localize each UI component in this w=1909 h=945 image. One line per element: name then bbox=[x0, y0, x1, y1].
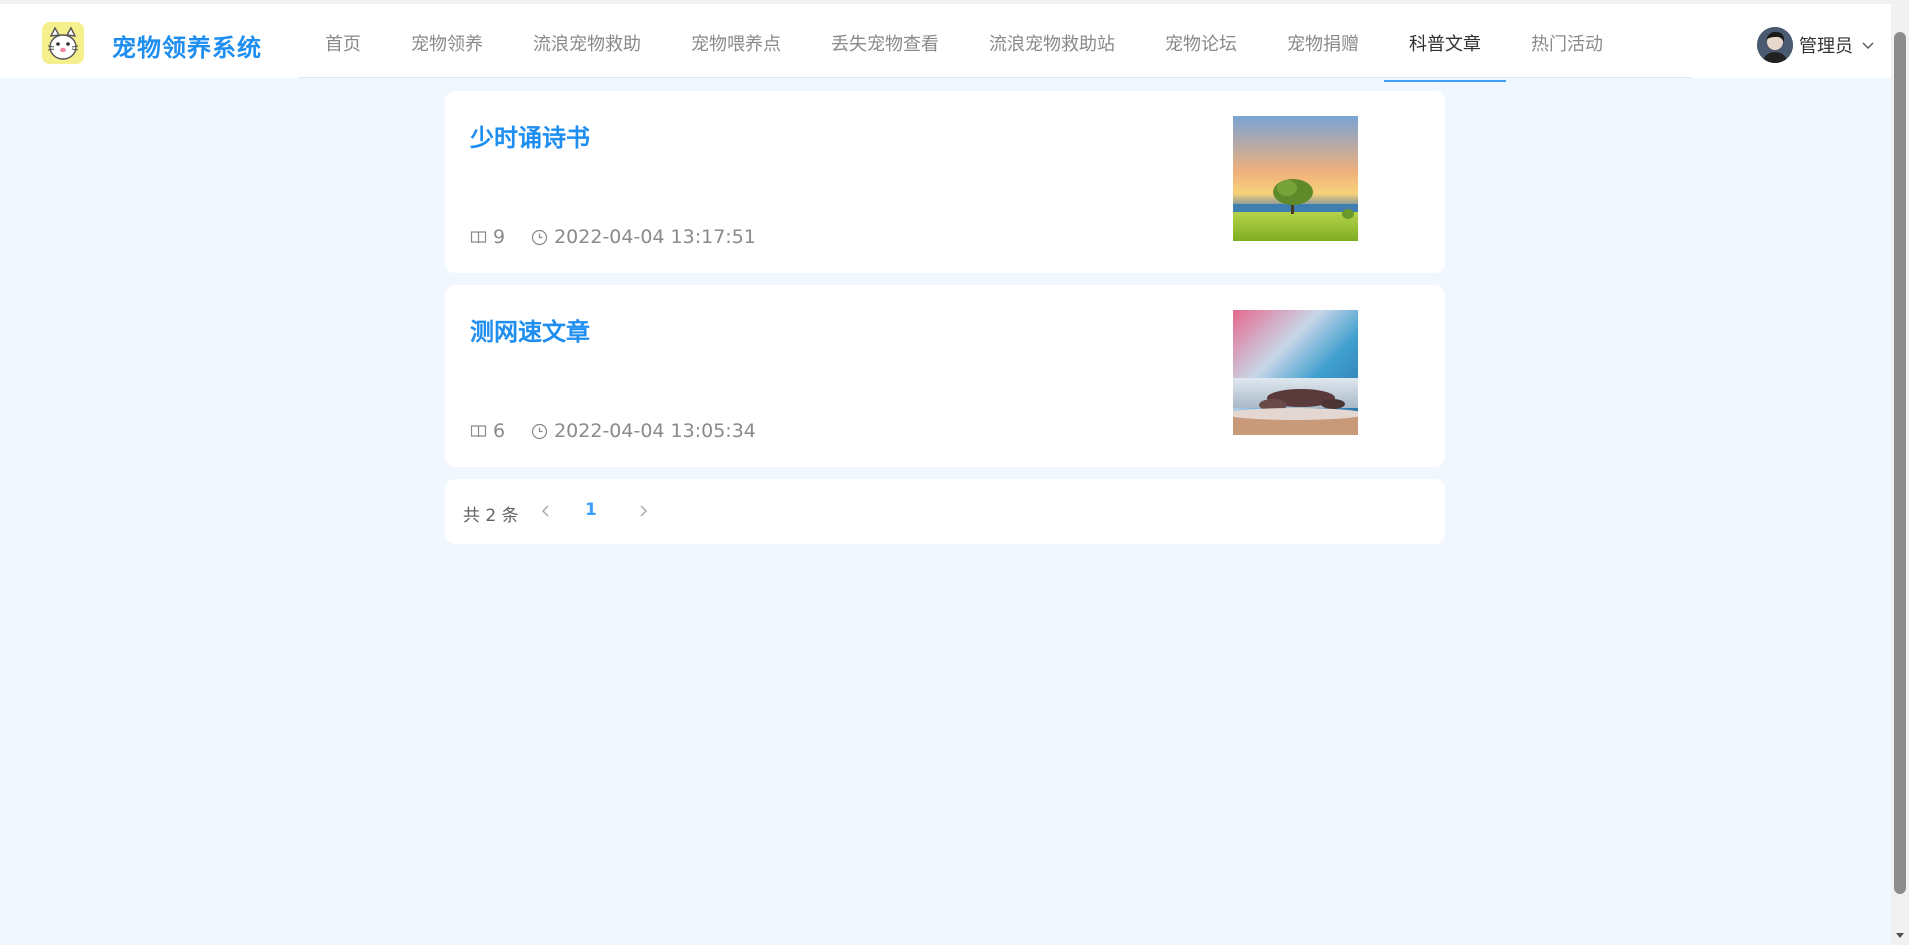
nav-rescue-station[interactable]: 流浪宠物救助站 bbox=[964, 4, 1140, 82]
view-count: 6 bbox=[493, 420, 506, 442]
cat-logo-icon[interactable] bbox=[42, 22, 84, 64]
book-icon bbox=[470, 230, 487, 243]
brand-title[interactable]: 宠物领养系统 bbox=[112, 28, 262, 63]
article-meta: 9 2022-04-04 13:17:51 bbox=[470, 226, 756, 248]
clock-icon bbox=[531, 229, 548, 245]
nav-stray-rescue[interactable]: 流浪宠物救助 bbox=[508, 4, 666, 82]
vertical-scrollbar[interactable] bbox=[1891, 0, 1909, 945]
nav-science-articles[interactable]: 科普文章 bbox=[1384, 4, 1506, 82]
avatar bbox=[1757, 27, 1793, 63]
header-divider bbox=[298, 77, 1691, 78]
nav-pet-donation[interactable]: 宠物捐赠 bbox=[1262, 4, 1384, 82]
article-title[interactable]: 少时诵诗书 bbox=[470, 118, 590, 153]
top-header: 宠物领养系统 首页 宠物领养 流浪宠物救助 宠物喂养点 丢失宠物查看 流浪宠物救… bbox=[0, 0, 1891, 82]
scrollbar-thumb[interactable] bbox=[1894, 32, 1906, 894]
user-name: 管理员 bbox=[1799, 36, 1853, 57]
nav-home[interactable]: 首页 bbox=[300, 4, 386, 82]
scroll-down-icon[interactable] bbox=[1891, 927, 1909, 945]
pagination-total: 共 2 条 bbox=[463, 506, 519, 526]
chevron-right-icon bbox=[640, 505, 648, 517]
nav-lost-pets[interactable]: 丢失宠物查看 bbox=[806, 4, 964, 82]
chevron-left-icon bbox=[541, 505, 549, 517]
prev-page-button[interactable] bbox=[537, 501, 555, 521]
article-thumbnail[interactable] bbox=[1233, 310, 1358, 435]
pagination: 共 2 条 1 bbox=[445, 479, 1445, 544]
publish-time: 2022-04-04 13:05:34 bbox=[554, 420, 756, 442]
nav-feeding-points[interactable]: 宠物喂养点 bbox=[666, 4, 806, 82]
chevron-down-icon bbox=[1862, 42, 1874, 49]
page-number-button[interactable]: 1 bbox=[585, 500, 597, 520]
next-page-button[interactable] bbox=[634, 501, 652, 521]
book-icon bbox=[470, 424, 487, 437]
article-card[interactable]: 少时诵诗书 9 2022-04-04 13:17:51 bbox=[445, 91, 1445, 273]
article-meta: 6 2022-04-04 13:05:34 bbox=[470, 420, 756, 442]
view-count: 9 bbox=[493, 226, 506, 248]
article-title[interactable]: 测网速文章 bbox=[470, 312, 590, 347]
main-nav: 首页 宠物领养 流浪宠物救助 宠物喂养点 丢失宠物查看 流浪宠物救助站 宠物论坛… bbox=[300, 4, 1628, 82]
nav-pet-adoption[interactable]: 宠物领养 bbox=[386, 4, 508, 82]
page: 宠物领养系统 首页 宠物领养 流浪宠物救助 宠物喂养点 丢失宠物查看 流浪宠物救… bbox=[0, 0, 1891, 945]
nav-hot-events[interactable]: 热门活动 bbox=[1506, 4, 1628, 82]
user-menu[interactable]: 管理员 bbox=[1757, 26, 1875, 64]
publish-time: 2022-04-04 13:17:51 bbox=[554, 226, 756, 248]
article-card[interactable]: 测网速文章 6 2022-04-04 13:05:34 bbox=[445, 285, 1445, 467]
article-thumbnail[interactable] bbox=[1233, 116, 1358, 241]
clock-icon bbox=[531, 423, 548, 439]
nav-pet-forum[interactable]: 宠物论坛 bbox=[1140, 4, 1262, 82]
